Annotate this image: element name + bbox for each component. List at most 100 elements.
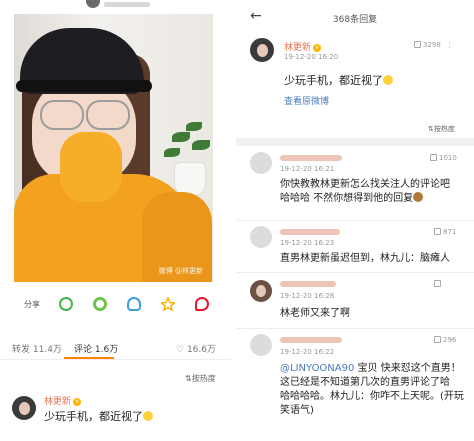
reply-like-button[interactable]: 871	[434, 228, 456, 236]
mention-link[interactable]: @LINYOONA90	[280, 363, 354, 374]
replier-name-blurred[interactable]	[280, 281, 336, 287]
reply-like-button[interactable]: 296	[434, 336, 456, 344]
moments-icon	[93, 297, 107, 311]
like-icon: ♡	[176, 345, 185, 355]
main-comment: 林更新 v 3298 ⋮ 19-12-20 16:20 少玩手机，都近视了 查看原微…	[236, 34, 474, 140]
replier-avatar[interactable]	[250, 334, 272, 356]
main-commenter-name[interactable]: 林更新 v	[284, 40, 322, 53]
reply-item: 1010 19-12-20 16:21 你快教教林更新怎么找关注人的评论吧 哈哈…	[236, 146, 474, 221]
main-commenter-name-text: 林更新	[284, 43, 312, 53]
photo-cap-brim	[16, 80, 152, 92]
reply-text-line-content: 哈哈哈 不然你想得到他的回复	[280, 193, 414, 204]
like-tab[interactable]: ♡ 16.6万	[176, 342, 216, 355]
replier-name-blurred[interactable]	[280, 155, 342, 161]
reply-like-button[interactable]: 1010	[430, 154, 457, 162]
reply-text: 林老师又来了啊	[280, 307, 470, 321]
plant-leaf	[192, 140, 210, 150]
commenter-name-text: 林更新	[44, 397, 72, 407]
main-like-count: 3298	[423, 41, 441, 49]
sort-label: 按热度	[191, 374, 216, 383]
reply-text-line: 直男林更新虽迟但到，林九儿：脑瘫人	[280, 253, 450, 264]
comment-text-content: 少玩手机，都近视了	[44, 410, 143, 423]
thumb-up-icon	[434, 336, 441, 343]
avatar-face	[19, 402, 30, 415]
sort-icon: ⇅	[185, 374, 192, 383]
replier-avatar[interactable]	[250, 280, 272, 302]
comment-tab[interactable]: 评论 1.6万	[74, 342, 118, 355]
post-photo[interactable]: 微博 @林更新	[14, 14, 213, 282]
photo-sleeve	[60, 132, 122, 202]
avatar-face	[256, 285, 266, 297]
more-options-icon[interactable]: ⋮	[446, 41, 453, 49]
photo-glasses	[86, 100, 130, 130]
main-commenter-avatar[interactable]	[250, 38, 274, 62]
comment-count: 1.6万	[94, 345, 119, 355]
main-like-button[interactable]: 3298 ⋮	[414, 41, 453, 49]
reply-text: 直男林更新虽迟但到，林九儿：脑瘫人	[280, 252, 470, 266]
plant-leaf	[186, 122, 202, 131]
divider	[0, 359, 231, 360]
replier-name-blurred[interactable]	[280, 229, 340, 235]
plant-pot	[174, 162, 206, 196]
author-avatar[interactable]	[86, 0, 100, 8]
main-comment-time: 19-12-20 16:20	[284, 53, 339, 61]
sort-label: 按热度	[433, 125, 455, 133]
comment-text: 少玩手机，都近视了	[44, 408, 153, 424]
reply-text-line: 林老师又来了啊	[280, 308, 350, 319]
weibo-share-button[interactable]	[192, 292, 212, 316]
main-comment-text: 少玩手机，都近视了	[284, 72, 393, 88]
weibo-icon	[195, 297, 209, 311]
replier-name-blurred[interactable]	[280, 337, 342, 343]
view-original-post-link[interactable]: 查看原微博	[284, 94, 329, 107]
section-separator	[236, 138, 474, 146]
reply-item: 296 19-12-20 16:22 @LINYOONA90 宝贝 快来怼这个直…	[236, 328, 474, 441]
reply-item: 19-12-20 16:28 林老师又来了啊	[236, 272, 474, 329]
thumb-up-icon	[434, 280, 441, 287]
reply-text-line: 哈哈哈 不然你想得到他的回复	[280, 192, 470, 206]
reply-text-line: 这已经是不知道第几次的直男评论了哈	[280, 377, 450, 388]
smile-emoji-icon	[143, 411, 153, 421]
author-name-blurred	[104, 2, 150, 7]
replies-panel: ← 368条回复 林更新 v 3298 ⋮ 19-12-20 16:20 少玩手机，…	[236, 0, 474, 441]
share-actions-row: 分享	[0, 292, 231, 316]
post-stats-row: 转发 11.4万 评论 1.6万 ♡ 16.6万	[0, 338, 231, 358]
vip-badge-icon: v	[313, 44, 322, 52]
reply-item: 871 19-12-20 16:23 直男林更新虽迟但到，林九儿：脑瘫人	[236, 220, 474, 273]
reply-time: 19-12-20 16:28	[280, 292, 335, 300]
reply-like-count: 1010	[439, 154, 457, 162]
comment-label: 评论	[74, 345, 93, 355]
wechat-share-button[interactable]	[56, 292, 76, 316]
share-label: 分享	[24, 299, 40, 309]
like-count: 16.6万	[186, 345, 216, 355]
replies-header: ← 368条回复	[236, 0, 474, 34]
share-button[interactable]: 分享	[20, 292, 44, 316]
qq-share-button[interactable]	[124, 292, 144, 316]
reply-like-count: 296	[443, 336, 457, 344]
qzone-icon	[161, 297, 175, 311]
reply-text-line: @LINYOONA90 宝贝 快来怼这个直男！	[280, 362, 472, 376]
vip-badge-icon: v	[73, 398, 82, 406]
main-comment-text-content: 少玩手机，都近视了	[284, 74, 383, 87]
commenter-name[interactable]: 林更新 v	[44, 394, 82, 407]
commenter-avatar[interactable]	[12, 396, 36, 420]
reply-like-button[interactable]	[434, 280, 443, 288]
photo-glasses	[40, 100, 84, 130]
sort-by-hot-button[interactable]: ⇅按热度	[185, 373, 216, 384]
thumb-up-icon	[430, 154, 437, 161]
qzone-share-button[interactable]	[158, 292, 178, 316]
repost-tab[interactable]: 转发 11.4万	[12, 342, 62, 355]
reply-like-count: 871	[443, 228, 457, 236]
reply-text: 你快教教林更新怎么找关注人的评论吧 哈哈哈 不然你想得到他的回复	[280, 178, 470, 206]
thumb-up-icon	[414, 41, 421, 48]
reply-text-line: 你快教教林更新怎么找关注人的评论吧	[280, 179, 450, 190]
photo-watermark: 微博 @林更新	[158, 267, 203, 275]
replier-avatar[interactable]	[250, 152, 272, 174]
sort-by-hot-button[interactable]: ⇅按热度	[428, 124, 455, 134]
reply-text-line-content: 宝贝 快来怼这个直男！	[357, 363, 461, 374]
plant-leaf	[172, 132, 190, 142]
moments-share-button[interactable]	[90, 292, 110, 316]
repost-count: 11.4万	[32, 345, 62, 355]
wechat-icon	[59, 297, 73, 311]
replier-avatar[interactable]	[250, 226, 272, 248]
reply-time: 19-12-20 16:22	[280, 348, 335, 356]
